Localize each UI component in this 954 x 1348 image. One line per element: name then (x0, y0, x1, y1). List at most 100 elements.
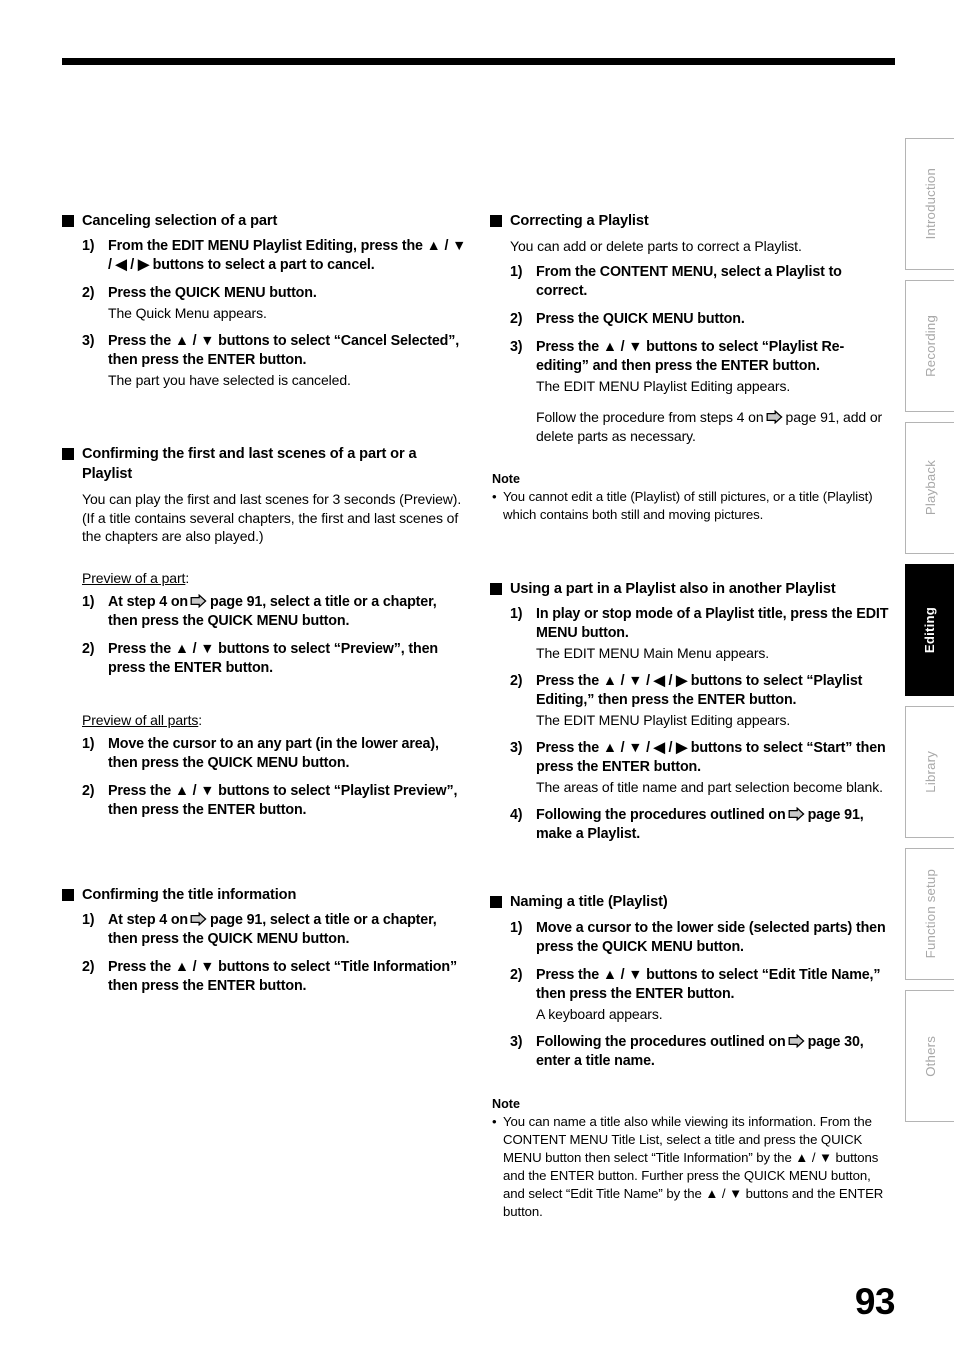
step-list: 1) In play or stop mode of a Playlist ti… (490, 605, 896, 844)
filled-square-icon (490, 896, 502, 909)
step-text-before: At step 4 on (108, 594, 189, 611)
step-result-secondary: Follow the procedure from steps 4 on page… (536, 408, 896, 446)
step-result: The areas of title name and part selecti… (536, 779, 883, 796)
step-item: 4) Following the procedures outlined on p… (490, 806, 896, 844)
note-block: Note • You can name a title also while v… (490, 1096, 896, 1221)
page-body: Canceling selection of a part 1) From th… (0, 212, 896, 1252)
step-item: 3) Press the ▲ / ▼ buttons to select “Pl… (490, 338, 896, 446)
note-item-text: You can name a title also while viewing … (503, 1114, 884, 1219)
step-item: 3) Press the ▲ / ▼ buttons to select “Ca… (62, 332, 468, 390)
result-text-before: Follow the procedure from steps 4 on (536, 409, 764, 426)
chapter-tab-strip: Introduction Recording Playback Editing … (904, 138, 954, 1122)
step-number: 1) (510, 264, 523, 281)
step-item: 1) In play or stop mode of a Playlist ti… (490, 605, 896, 663)
step-text: From the EDIT MENU Playlist Editing, pre… (108, 238, 467, 274)
filled-square-icon (62, 215, 74, 227)
section-using-part-another-playlist: Using a part in a Playlist also in anoth… (490, 580, 896, 844)
step-number: 2) (82, 783, 95, 800)
note-title: Note (492, 1096, 520, 1111)
step-text: Move a cursor to the lower side (selecte… (536, 919, 886, 955)
step-list: 1) Move the cursor to an any part (in th… (62, 735, 468, 820)
step-number: 2) (510, 311, 523, 328)
filled-square-icon (62, 888, 74, 901)
step-number: 1) (82, 594, 95, 611)
note-item: • You cannot edit a title (Playlist) of … (492, 488, 896, 524)
step-item: 2) Press the ▲ / ▼ buttons to select “Pr… (62, 640, 468, 678)
step-text-before: Following the procedures outlined on (536, 1033, 786, 1050)
step-item: 1) From the CONTENT MENU, select a Playl… (490, 263, 896, 301)
step-item: 1) Move the cursor to an any part (in th… (62, 735, 468, 773)
section-lead-text: You can add or delete parts to correct a… (510, 238, 802, 255)
tab-editing[interactable]: Editing (905, 564, 954, 696)
step-item: 2) Press the ▲ / ▼ buttons to select “Pl… (62, 782, 468, 820)
sub-label-suffix: : (185, 570, 190, 587)
section-heading-text: Naming a title (Playlist) (510, 894, 668, 911)
step-item: 2) Press the ▲ / ▼ buttons to select “Ed… (490, 966, 896, 1024)
tab-playback[interactable]: Playback (905, 422, 954, 554)
filled-square-icon (490, 215, 502, 227)
step-text: Press the ▲ / ▼ buttons to select “Playl… (536, 339, 845, 375)
tab-function-setup[interactable]: Function setup (905, 848, 954, 980)
step-number: 1) (510, 606, 523, 623)
note-title: Note (492, 471, 520, 486)
step-item: 1) At step 4 on page 91, select a title o… (62, 593, 468, 631)
sub-label-text: Preview of a part (82, 570, 186, 587)
step-number: 1) (82, 736, 95, 753)
right-column: Correcting a Playlist You can add or del… (490, 212, 896, 1221)
section-heading-text: Canceling selection of a part (82, 213, 278, 229)
sub-label-preview-part: Preview of a part: (62, 569, 468, 588)
step-number: 2) (82, 958, 95, 975)
tab-library[interactable]: Library (905, 706, 954, 838)
step-item: 3) Following the procedures outlined on p… (490, 1033, 896, 1071)
step-text: Press the ▲ / ▼ / ◀ / ▶ buttons to selec… (536, 740, 886, 776)
step-result: A keyboard appears. (536, 1005, 663, 1022)
step-result: The part you have selected is canceled. (108, 372, 351, 389)
tab-others[interactable]: Others (905, 990, 954, 1122)
step-text-before: At step 4 on (108, 911, 189, 928)
left-column: Canceling selection of a part 1) From th… (62, 212, 468, 1005)
step-item: 3) Press the ▲ / ▼ / ◀ / ▶ buttons to se… (490, 739, 896, 797)
sub-label-preview-all: Preview of all parts: (62, 711, 468, 730)
note-item: • You can name a title also while viewin… (492, 1113, 896, 1220)
step-text: Press the ▲ / ▼ buttons to select “Playl… (108, 783, 458, 819)
step-item: 1) Move a cursor to the lower side (sele… (490, 919, 896, 957)
section-heading-text: Confirming the title information (82, 886, 297, 903)
section-heading-text: Using a part in a Playlist also in anoth… (510, 581, 836, 598)
tab-recording[interactable]: Recording (905, 280, 954, 412)
right-arrow-icon (766, 410, 783, 425)
tab-label: Library (922, 751, 938, 793)
step-text: Press the ▲ / ▼ buttons to select “Edit … (536, 966, 881, 1002)
tab-label: Editing (922, 606, 937, 654)
section-heading-text: Correcting a Playlist (510, 213, 649, 229)
step-list: 1) At step 4 on page 91, select a title o… (62, 911, 468, 996)
tab-introduction[interactable]: Introduction (905, 138, 954, 270)
step-text: Press the ▲ / ▼ buttons to select “Previ… (108, 641, 439, 677)
tab-label: Others (922, 1035, 938, 1077)
step-text: Move the cursor to an any part (in the l… (108, 736, 439, 772)
section-correcting-playlist: Correcting a Playlist You can add or del… (490, 212, 896, 524)
tab-label: Playback (922, 460, 938, 516)
section-confirming-title-info: Confirming the title information 1) At s… (62, 886, 468, 997)
header-rule (62, 58, 895, 65)
section-heading: Canceling selection of a part (62, 212, 468, 231)
step-text: Press the QUICK MENU button. (536, 311, 745, 328)
page-number: 93 (854, 1281, 896, 1322)
step-list: 1) At step 4 on page 91, select a title o… (62, 593, 468, 678)
right-arrow-icon (190, 911, 207, 926)
note-item-text: You cannot edit a title (Playlist) of st… (503, 489, 873, 523)
step-list: 1) Move a cursor to the lower side (sele… (490, 919, 896, 1071)
step-result: The Quick Menu appears. (108, 305, 267, 322)
section-heading: Using a part in a Playlist also in anoth… (490, 580, 896, 599)
filled-square-icon (490, 583, 502, 596)
step-number: 2) (82, 641, 95, 658)
step-number: 1) (510, 919, 523, 936)
step-item: 1) From the EDIT MENU Playlist Editing, … (62, 237, 468, 275)
section-confirming-scenes: Confirming the first and last scenes of … (62, 445, 468, 820)
